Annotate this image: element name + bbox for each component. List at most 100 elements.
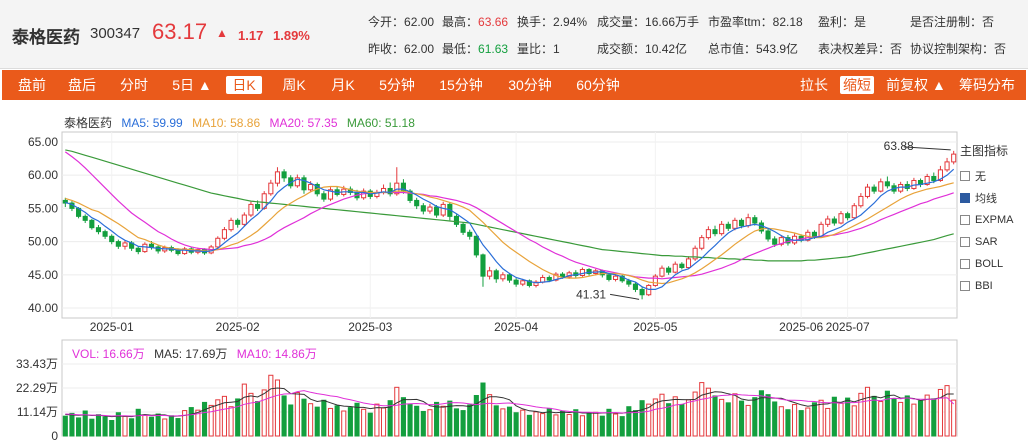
line-ma10 <box>65 182 954 285</box>
indicator-option-0[interactable]: 无 <box>960 165 1028 187</box>
stat-label: 成交量： <box>597 15 646 29</box>
vol-legend-ma10: MA10: 14.86万 <box>236 347 317 361</box>
indicator-option-3[interactable]: SAR <box>960 231 1028 253</box>
candle-body <box>752 217 758 224</box>
tab-9[interactable]: 30分钟 <box>505 70 555 100</box>
candle-body <box>294 177 300 187</box>
tab-0[interactable]: 盘前 <box>16 70 48 100</box>
candle-body <box>255 203 261 209</box>
indicator-option-1[interactable]: 均线 <box>960 187 1028 209</box>
tab-3[interactable]: 5日 ▲ <box>170 70 214 100</box>
indicator-checkbox[interactable] <box>960 171 970 181</box>
candle-body <box>599 270 605 276</box>
volume-bar <box>493 405 499 437</box>
stat-row2-3: 成交额：10.42亿 <box>597 40 687 57</box>
line-ma60 <box>65 149 954 262</box>
tab-5[interactable]: 周K <box>278 70 310 100</box>
candle-body <box>221 229 227 239</box>
high-annotation-label: 63.88 <box>884 139 914 153</box>
candle-body <box>440 203 446 216</box>
volume-bar <box>89 418 95 437</box>
candle-body <box>666 267 672 273</box>
main-y-tick-2: 50.00 <box>28 235 58 249</box>
tab-8[interactable]: 15分钟 <box>436 70 486 100</box>
volume-bar <box>261 389 267 437</box>
volume-y-tick-0: 0 <box>51 429 58 440</box>
candle-body <box>414 199 420 207</box>
stat-label: 盈利： <box>818 15 855 29</box>
candle-body <box>765 230 771 240</box>
stat-row2-5: 表决权差异：否 <box>818 40 902 57</box>
indicator-checkbox[interactable] <box>960 237 970 247</box>
volume-bar <box>924 394 930 437</box>
low-annotation-arrow <box>610 293 640 300</box>
volume-bar <box>453 408 460 437</box>
tab-10[interactable]: 60分钟 <box>573 70 623 100</box>
indicator-checkbox[interactable] <box>960 259 970 269</box>
tab-right-1[interactable]: 缩短 <box>840 76 874 94</box>
candle-body <box>500 274 506 280</box>
indicator-checkbox[interactable] <box>960 193 970 203</box>
volume-bar <box>652 398 658 437</box>
volume-bar <box>109 419 115 437</box>
volume-y-tick-1: 11.14万 <box>17 405 58 419</box>
volume-y-tick-2: 22.29万 <box>16 381 58 395</box>
indicator-option-2[interactable]: EXPMA <box>960 209 1028 231</box>
stat-row2-6: 协议控制架构：否 <box>910 40 1006 57</box>
main-x-tick-3: 2025-04 <box>494 320 538 334</box>
tab-2[interactable]: 分时 <box>118 70 150 100</box>
candle-body <box>115 241 121 247</box>
candle-body <box>838 213 844 224</box>
tab-right-2[interactable]: 前复权 ▲ <box>886 70 946 100</box>
period-tab-bar: 盘前 盘后 分时 5日 ▲ 日K 周K 月K 5分钟 15分钟 30分钟 60分钟 拉长 缩短 前复权 ▲… <box>2 70 1026 100</box>
volume-line-ma5 <box>65 387 954 418</box>
tab-right-0[interactable]: 拉长 <box>797 70 831 100</box>
candle-body <box>526 280 532 286</box>
stat-row1-3: 成交量：16.66万手 <box>597 13 699 30</box>
indicator-option-5[interactable]: BBI <box>960 275 1028 297</box>
candle-body <box>188 248 194 253</box>
volume-bar <box>526 414 532 437</box>
indicator-checkbox[interactable] <box>960 215 970 225</box>
candle-body <box>235 219 241 225</box>
volume-bar <box>135 408 141 437</box>
volume-bar <box>659 393 665 437</box>
volume-bar <box>632 410 639 437</box>
candle-body <box>937 169 943 181</box>
candle-body <box>811 231 818 237</box>
candle-body <box>195 249 201 253</box>
candle-body <box>792 235 798 244</box>
indicator-option-4[interactable]: BOLL <box>960 253 1028 275</box>
tab-6[interactable]: 月K <box>327 70 359 100</box>
tab-7[interactable]: 5分钟 <box>375 70 419 100</box>
volume-bar <box>321 399 327 437</box>
indicator-label: EXPMA <box>975 214 1014 226</box>
volume-bar <box>162 418 168 437</box>
candle-body <box>261 193 267 209</box>
volume-bar <box>884 390 890 437</box>
volume-bar <box>792 404 798 437</box>
main-y-tick-4: 60.00 <box>28 168 58 182</box>
candle-body <box>506 274 513 281</box>
stat-row1-6: 是否注册制：否 <box>910 13 994 30</box>
candle-body <box>89 219 95 229</box>
indicator-checkbox[interactable] <box>960 281 970 291</box>
candle-body <box>341 188 347 195</box>
candle-body <box>407 190 413 201</box>
volume-bar <box>506 406 513 437</box>
volume-bar <box>414 405 420 437</box>
volume-bar <box>255 401 261 437</box>
volume-bar <box>148 416 155 437</box>
main-y-tick-3: 55.00 <box>28 201 58 215</box>
line-ma20 <box>64 151 954 280</box>
volume-bar <box>407 404 413 437</box>
tab-right-3[interactable]: 筹码分布 <box>954 70 1020 100</box>
volume-line-ma10 <box>65 390 955 417</box>
tab-1[interactable]: 盘后 <box>66 70 98 100</box>
tab-4[interactable]: 日K <box>226 76 262 94</box>
candle-body <box>738 219 745 227</box>
stat-row1-0: 今开：62.00 <box>368 13 434 30</box>
candle-body <box>380 187 387 193</box>
volume-bar <box>798 410 804 437</box>
volume-bar <box>487 394 493 437</box>
